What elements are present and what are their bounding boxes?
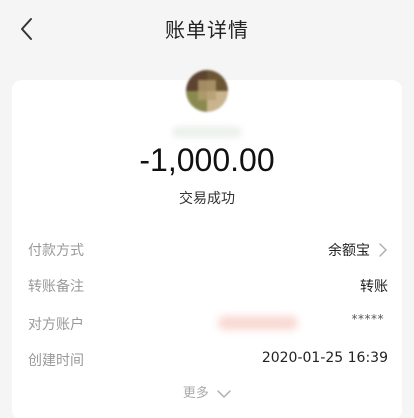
payment-method-label: 付款方式: [28, 243, 84, 259]
transaction-amount: -1,000.00: [139, 142, 275, 178]
created-time-label: 创建时间: [28, 353, 84, 369]
bill-detail-card: -1,000.00 交易成功 付款方式 余额宝 转账备注 转账 对方账户 ***…: [12, 70, 402, 418]
detail-row-created-time: 创建时间 2020-01-25 16:39: [28, 348, 388, 372]
counterparty-account-label: 对方账户: [28, 317, 84, 333]
chevron-right-icon: [379, 243, 387, 257]
avatar: [186, 70, 228, 112]
detail-row-counterparty-account: 对方账户 *****: [28, 312, 388, 336]
created-time-value: 2020-01-25 16:39: [261, 350, 388, 366]
payment-method-value-group: 余额宝: [328, 240, 388, 260]
more-button[interactable]: 更多: [12, 382, 402, 401]
detail-row-payment-method[interactable]: 付款方式 余额宝: [28, 238, 388, 262]
navigation-bar: 账单详情: [0, 0, 414, 62]
payment-method-value: 余额宝: [328, 243, 370, 259]
transaction-status: 交易成功: [179, 191, 235, 207]
transfer-note-value: 转账: [360, 279, 388, 295]
blurred-payee-name: [172, 126, 242, 138]
counterparty-account-value: *****: [351, 312, 384, 326]
more-label: 更多: [182, 386, 209, 401]
blurred-account-name: [218, 316, 298, 330]
chevron-down-icon: [217, 389, 231, 398]
page-title: 账单详情: [165, 18, 249, 42]
detail-row-transfer-note: 转账备注 转账: [28, 274, 388, 298]
transfer-note-label: 转账备注: [28, 279, 84, 295]
